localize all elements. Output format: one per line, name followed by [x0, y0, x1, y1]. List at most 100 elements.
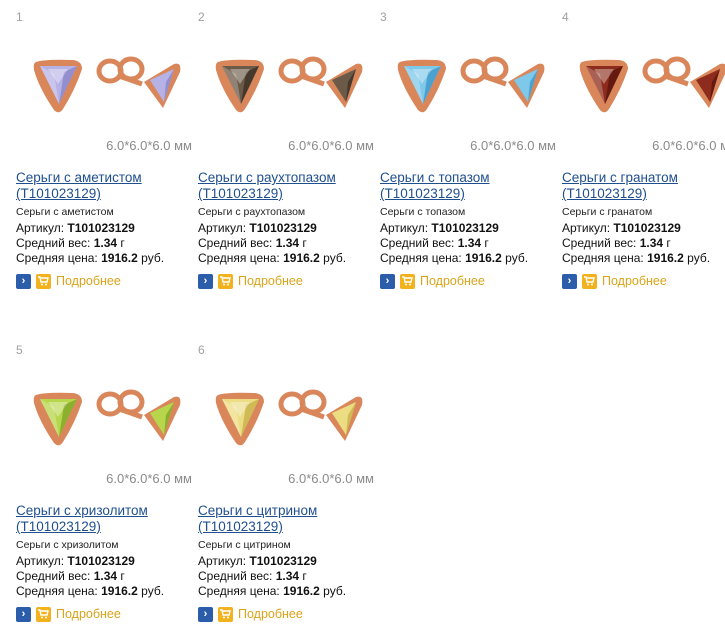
weight-value: 1.34 — [639, 236, 664, 250]
price-unit: руб. — [323, 251, 347, 265]
product-title-link[interactable]: Серьги с аметистом (Т101023129) — [16, 170, 194, 202]
more-details-link[interactable]: Подробнее — [56, 607, 121, 621]
weight-line: Средний вес: 1.34 г — [380, 236, 489, 250]
earring-side — [144, 63, 181, 108]
price-label: Средняя цена: — [198, 251, 280, 265]
article-line: Артикул: Т101023129 — [198, 554, 317, 568]
product-title-link[interactable]: Серьги с хризолитом (Т101023129) — [16, 503, 194, 535]
cart-icon[interactable] — [218, 273, 233, 289]
chevron-right-icon[interactable]: › — [562, 273, 577, 289]
more-details-link[interactable]: Подробнее — [238, 274, 303, 288]
earrings-image — [33, 56, 181, 113]
chevron-right-icon[interactable]: › — [198, 606, 213, 622]
weight-label: Средний вес: — [16, 569, 91, 583]
product-actions: › Подробнее — [16, 606, 121, 622]
product-grid: 1. 6.0*6.0*6.0 мм Серьги с аметистом (Т1… — [0, 0, 725, 640]
cart-icon[interactable] — [218, 606, 233, 622]
earrings-image — [397, 56, 545, 113]
product-actions: › Подробнее — [16, 273, 121, 289]
more-details-link[interactable]: Подробнее — [420, 274, 485, 288]
cart-icon[interactable] — [400, 273, 415, 289]
product-title-link[interactable]: Серьги с гранатом (Т101023129) — [562, 170, 725, 202]
price-value: 1916.2 — [283, 251, 320, 265]
earrings-image — [215, 56, 363, 113]
earrings-image — [579, 56, 725, 113]
weight-label: Средний вес: — [380, 236, 455, 250]
product-title-link[interactable]: Серьги с цитрином (Т101023129) — [198, 503, 376, 535]
product-title-link[interactable]: Серьги с топазом (Т101023129) — [380, 170, 558, 202]
product-subtitle: Серьги с цитрином — [198, 539, 291, 551]
price-line: Средняя цена: 1916.2 руб. — [562, 251, 710, 265]
earring-back — [278, 56, 327, 87]
earring-front — [397, 59, 446, 113]
price-line: Средняя цена: 1916.2 руб. — [16, 251, 164, 265]
cart-icon[interactable] — [36, 273, 51, 289]
price-label: Средняя цена: — [380, 251, 462, 265]
product-actions: › Подробнее — [198, 273, 303, 289]
chevron-right-icon[interactable]: › — [198, 273, 213, 289]
more-details-link[interactable]: Подробнее — [56, 274, 121, 288]
earring-back — [460, 56, 509, 87]
more-details-link[interactable]: Подробнее — [238, 607, 303, 621]
product-photo[interactable]: 6.0*6.0*6.0 мм — [24, 345, 192, 490]
weight-label: Средний вес: — [562, 236, 637, 250]
price-value: 1916.2 — [101, 251, 138, 265]
chevron-right-icon[interactable]: › — [16, 273, 31, 289]
article-value: Т101023129 — [249, 554, 317, 568]
earring-side — [326, 63, 363, 108]
price-unit: руб. — [505, 251, 529, 265]
cart-icon[interactable] — [582, 273, 597, 289]
price-label: Средняя цена: — [198, 584, 280, 598]
product-photo[interactable]: 6.0*6.0*6.0 мм — [388, 12, 556, 157]
weight-unit: г — [120, 569, 125, 583]
earring-back — [642, 56, 691, 87]
product-subtitle: Серьги с топазом — [380, 206, 466, 218]
product-photo[interactable]: 6.0*6.0*6.0 мм — [206, 12, 374, 157]
product-title-link[interactable]: Серьги с раухтопазом (Т101023129) — [198, 170, 376, 202]
product-actions: › Подробнее — [562, 273, 667, 289]
weight-unit: г — [484, 236, 489, 250]
weight-line: Средний вес: 1.34 г — [198, 236, 307, 250]
price-unit: руб. — [687, 251, 711, 265]
article-label: Артикул: — [380, 221, 429, 235]
product-dimensions: 6.0*6.0*6.0 мм — [652, 138, 725, 153]
weight-unit: г — [666, 236, 671, 250]
earring-front — [33, 392, 82, 446]
article-label: Артикул: — [198, 554, 247, 568]
product-dimensions: 6.0*6.0*6.0 мм — [106, 471, 192, 486]
weight-line: Средний вес: 1.34 г — [16, 236, 125, 250]
price-unit: руб. — [141, 251, 165, 265]
article-line: Артикул: Т101023129 — [380, 221, 499, 235]
article-label: Артикул: — [16, 221, 65, 235]
price-unit: руб. — [141, 584, 165, 598]
weight-value: 1.34 — [275, 569, 300, 583]
weight-value: 1.34 — [93, 569, 118, 583]
cart-icon[interactable] — [36, 606, 51, 622]
product-subtitle: Серьги с раухтопазом — [198, 206, 306, 218]
earring-back — [96, 56, 145, 87]
earring-front — [215, 392, 264, 446]
product-photo[interactable]: 6.0*6.0*6.0 мм — [206, 345, 374, 490]
product-dimensions: 6.0*6.0*6.0 мм — [470, 138, 556, 153]
product-subtitle: Серьги с аметистом — [16, 206, 114, 218]
earring-side — [508, 63, 545, 108]
product-dimensions: 6.0*6.0*6.0 мм — [288, 471, 374, 486]
product-photo[interactable]: 6.0*6.0*6.0 мм — [24, 12, 192, 157]
weight-label: Средний вес: — [198, 236, 273, 250]
more-details-link[interactable]: Подробнее — [602, 274, 667, 288]
price-value: 1916.2 — [647, 251, 684, 265]
earring-back — [278, 389, 327, 420]
price-label: Средняя цена: — [562, 251, 644, 265]
article-line: Артикул: Т101023129 — [198, 221, 317, 235]
earrings-image — [33, 389, 181, 446]
chevron-right-icon[interactable]: › — [380, 273, 395, 289]
product-photo[interactable]: 6.0*6.0*6.0 мм — [570, 12, 725, 157]
chevron-right-icon[interactable]: › — [16, 606, 31, 622]
price-label: Средняя цена: — [16, 251, 98, 265]
article-line: Артикул: Т101023129 — [16, 221, 135, 235]
weight-line: Средний вес: 1.34 г — [198, 569, 307, 583]
earrings-image — [215, 389, 363, 446]
earring-side — [144, 396, 181, 441]
weight-unit: г — [120, 236, 125, 250]
weight-line: Средний вес: 1.34 г — [16, 569, 125, 583]
